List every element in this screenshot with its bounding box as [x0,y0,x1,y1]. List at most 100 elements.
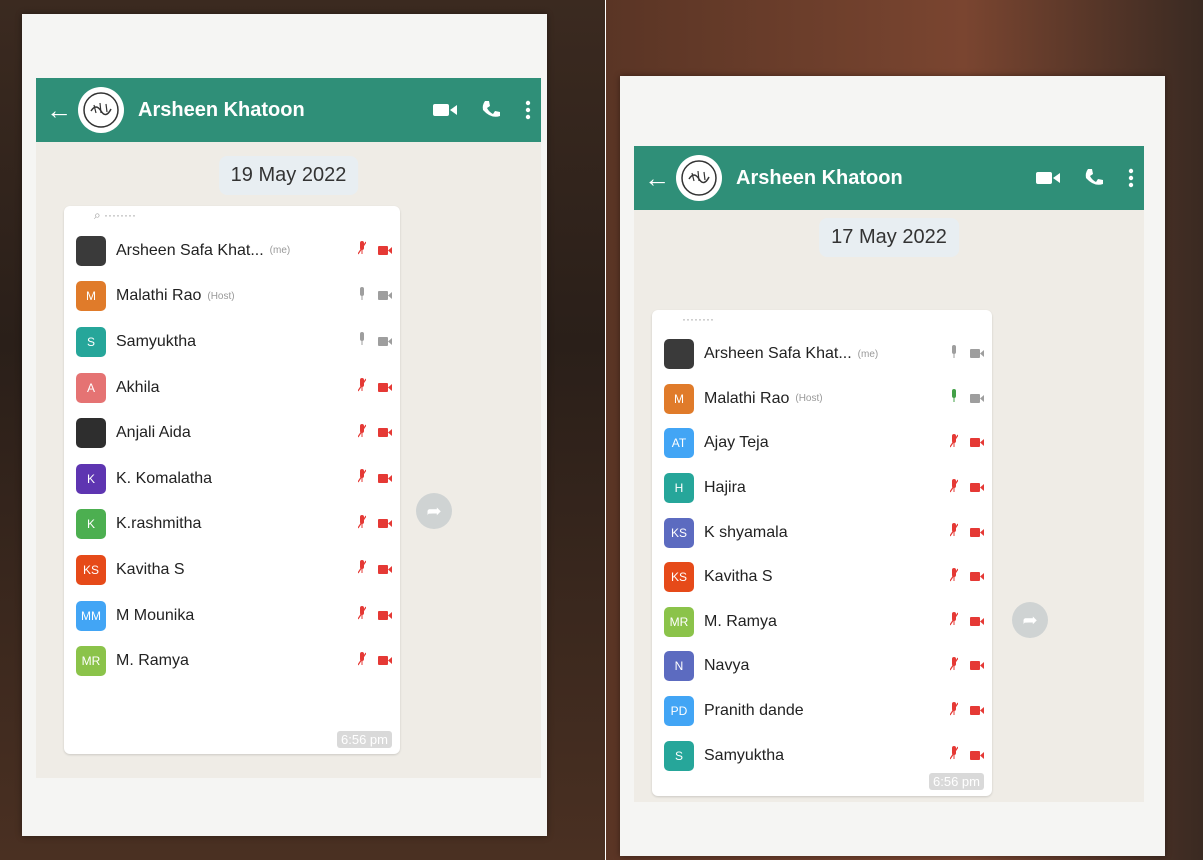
participant-row: S Samyuktha [664,733,984,778]
participant-name: Akhila [116,378,160,396]
participant-name: Malathi Rao [704,389,790,407]
participant-name: Kavitha S [116,560,185,578]
chat-header: ← Arsheen Khatoon [36,78,541,142]
phone-icon[interactable] [1084,168,1104,188]
mic-icon [357,560,378,579]
mic-icon [357,423,378,443]
contact-name[interactable]: Arsheen Khatoon [138,99,409,122]
chat-screen-left: ← Arsheen Khatoon 19 May 2022 ⌕ ········… [36,78,541,778]
participant-name: M. Ramya [704,612,777,630]
camera-icon [970,434,984,452]
camera-icon [970,613,984,631]
mic-icon [950,344,970,364]
contact-avatar[interactable] [78,87,124,133]
image-message[interactable]: ⌕ ········ Arsheen Safa Khat... (me) M Mala… [64,206,400,754]
right-photo: ← Arsheen Khatoon 17 May 2022 ········ A… [606,0,1203,860]
phone-icon[interactable] [481,100,501,120]
chat-screen-right: ← Arsheen Khatoon 17 May 2022 ········ A… [634,146,1144,802]
participant-row: A Akhila [76,365,392,411]
printout-right: ← Arsheen Khatoon 17 May 2022 ········ A… [620,76,1165,856]
participant-row: AT Ajay Teja [664,421,984,466]
participant-name: Malathi Rao [116,287,202,305]
camera-icon [378,424,392,442]
participant-name: Samyuktha [704,746,785,764]
participant-tag: (me) [269,245,291,257]
video-call-icon[interactable] [433,102,457,118]
participant-avatar: S [76,326,106,357]
participant-avatar: H [664,473,694,504]
participant-name: Navya [704,657,750,675]
chat-header: ← Arsheen Khatoon [634,146,1144,210]
mic-icon [949,656,970,676]
participant-tag: (Host) [207,290,235,302]
mic-icon [358,332,378,351]
search-strip: ⌕ ········ [94,208,137,222]
participant-avatar: K [76,463,106,494]
participant-row: MR M. Ramya [664,600,984,645]
participant-avatar: KS [664,517,694,548]
participant-row: MM M Mounika [76,593,392,639]
participant-avatar [76,235,106,266]
camera-icon [970,702,984,720]
participant-avatar: K [76,509,106,540]
contact-avatar[interactable] [676,155,722,201]
participant-name: Anjali Aida [116,424,191,442]
participant-row: S Samyuktha [76,319,392,365]
participant-list: Arsheen Safa Khat... (me) M Malathi Rao (Hos… [652,332,992,778]
participant-avatar [76,418,106,449]
mic-icon [357,469,378,488]
mic-icon [357,378,378,397]
participant-avatar: KS [76,554,106,585]
message-timestamp: 6:56 pm [337,731,392,748]
participant-row: PD Pranith dande [664,689,984,734]
back-arrow-icon[interactable]: ← [644,163,670,194]
more-vert-icon[interactable] [525,100,531,120]
mic-icon [950,389,970,408]
camera-icon [970,568,984,586]
camera-icon [970,390,984,408]
mic-icon [357,241,378,260]
mic-icon [949,567,970,587]
participant-avatar: KS [664,562,694,593]
participant-row: N Navya [664,644,984,689]
participant-name: Hajira [704,479,746,497]
participant-avatar: MR [76,646,106,677]
participant-row: Arsheen Safa Khat... (me) [76,228,392,274]
mic-icon [949,612,970,631]
mic-icon [357,606,378,625]
participant-name: K shyamala [704,523,788,541]
camera-icon [378,470,392,488]
participant-avatar: PD [664,696,694,727]
participant-row: Anjali Aida [76,410,392,456]
video-call-icon[interactable] [1036,170,1060,186]
date-chip: 19 May 2022 [218,156,359,195]
participant-row: KS Kavitha S [76,547,392,593]
date-chip: 17 May 2022 [819,218,959,257]
camera-icon [970,657,984,675]
camera-icon [378,652,392,670]
participant-row: M Malathi Rao (Host) [664,377,984,422]
participant-tag: (me) [857,348,879,360]
more-vert-icon[interactable] [1128,168,1134,188]
image-message[interactable]: ········ Arsheen Safa Khat... (me) M Malath… [652,310,992,796]
back-arrow-icon[interactable]: ← [46,95,72,126]
participant-avatar: AT [664,428,694,459]
participant-row: K K.rashmitha [76,502,392,548]
participant-avatar: MM [76,600,106,631]
mic-icon [358,286,378,306]
participant-name: Ajay Teja [704,434,769,452]
participant-row: H Hajira [664,466,984,511]
participant-row: M Malathi Rao (Host) [76,274,392,320]
share-icon[interactable]: ➦ [1012,602,1048,638]
participant-row: KS Kavitha S [664,555,984,600]
mic-icon [357,514,378,534]
participant-name: K.rashmitha [116,515,202,533]
contact-name[interactable]: Arsheen Khatoon [736,167,1012,190]
participant-row: Arsheen Safa Khat... (me) [664,332,984,377]
participant-avatar [664,339,694,370]
mic-icon [357,651,378,671]
search-strip: ········ [682,312,714,326]
share-icon[interactable]: ➦ [416,493,452,529]
participant-name: M. Ramya [116,652,189,670]
participant-avatar: M [664,383,694,414]
